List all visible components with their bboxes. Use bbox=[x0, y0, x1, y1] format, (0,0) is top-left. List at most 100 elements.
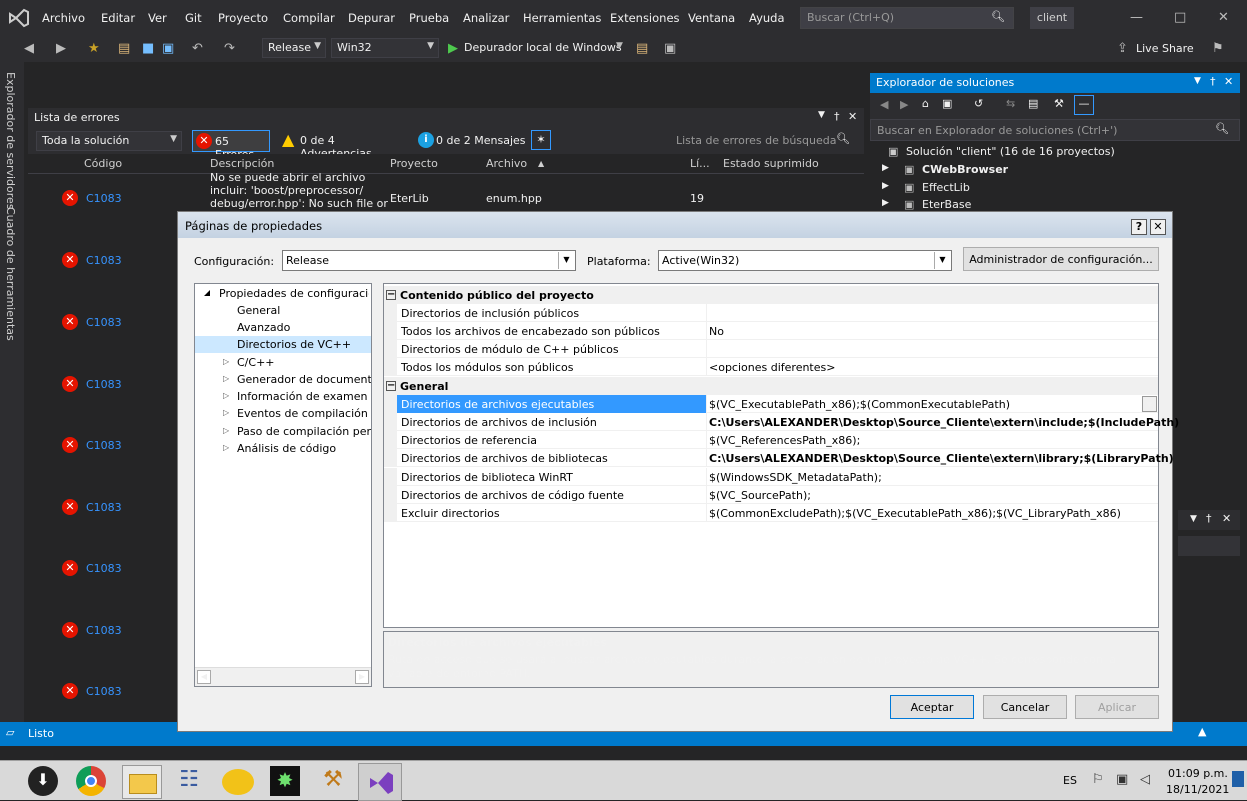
clock-time[interactable]: 01:09 p.m. bbox=[1168, 767, 1228, 780]
tree-node-config-properties[interactable]: Propiedades de configuración bbox=[219, 287, 369, 300]
network-app-icon[interactable]: ☷ bbox=[174, 767, 204, 797]
open-folder-icon[interactable]: ▤ bbox=[118, 41, 130, 56]
chevron-down-icon[interactable]: ▼ bbox=[616, 41, 623, 51]
column-suppression[interactable]: Estado suprimido bbox=[723, 157, 819, 170]
error-code-link[interactable]: C1083 bbox=[86, 685, 122, 698]
search-icon[interactable]: 🔍︎ bbox=[991, 10, 1005, 23]
column-divider[interactable] bbox=[706, 358, 707, 376]
menu-herramientas[interactable]: Herramientas bbox=[523, 11, 601, 25]
green-app-icon[interactable]: ✸ bbox=[270, 766, 300, 796]
visual-studio-logo-icon[interactable] bbox=[8, 8, 30, 28]
expand-icon[interactable]: ▷ bbox=[223, 391, 229, 400]
column-code[interactable]: Código bbox=[84, 157, 122, 170]
file-explorer-icon[interactable] bbox=[122, 765, 162, 799]
column-project[interactable]: Proyecto bbox=[390, 157, 438, 170]
feedback-icon[interactable]: ⚑ bbox=[1212, 41, 1224, 56]
language-indicator[interactable]: ES bbox=[1063, 774, 1077, 787]
switch-views-icon[interactable]: ▣ bbox=[942, 97, 952, 110]
tree-node-vc-directories[interactable]: Directorios de VC++ bbox=[237, 338, 367, 351]
property-row[interactable]: Directorios de módulo de C++ públicos bbox=[384, 340, 1158, 358]
menu-ventana[interactable]: Ventana bbox=[688, 11, 735, 25]
close-icon[interactable]: ✕ bbox=[848, 110, 857, 123]
chevron-down-icon[interactable]: ▼ bbox=[1194, 76, 1201, 86]
flag-icon[interactable]: ⚐ bbox=[1092, 772, 1104, 787]
column-divider[interactable] bbox=[706, 504, 707, 522]
collapse-all-icon[interactable]: ▤ bbox=[1028, 97, 1038, 110]
tree-node-custom-build[interactable]: Paso de compilación perso bbox=[237, 425, 371, 438]
property-row[interactable]: Excluir directorios $(CommonExcludePath);… bbox=[384, 504, 1158, 522]
expand-icon[interactable]: ▶ bbox=[882, 198, 889, 208]
toolbox-tab[interactable]: Cuadro de herramientas bbox=[4, 207, 17, 341]
column-divider[interactable] bbox=[706, 322, 707, 340]
pin-icon[interactable]: † bbox=[834, 110, 840, 123]
collapse-icon[interactable]: ◢ bbox=[204, 288, 210, 297]
forward-icon[interactable]: ▶ bbox=[900, 98, 908, 111]
menu-compilar[interactable]: Compilar bbox=[283, 11, 335, 25]
download-app-icon[interactable]: ⬇ bbox=[28, 766, 58, 796]
property-row[interactable]: Directorios de referencia $(VC_References… bbox=[384, 431, 1158, 449]
output-window-icon[interactable]: ▱ bbox=[6, 726, 14, 739]
property-row[interactable]: Directorios de biblioteca WinRT $(Windows… bbox=[384, 468, 1158, 486]
help-icon[interactable]: ? bbox=[1131, 219, 1147, 235]
tree-node-advanced[interactable]: Avanzado bbox=[237, 321, 367, 334]
minimize-icon[interactable]: — bbox=[1130, 10, 1143, 25]
column-description[interactable]: Descripción bbox=[210, 157, 274, 170]
column-divider[interactable] bbox=[706, 340, 707, 358]
errors-filter-button[interactable]: ✕ 65 Errores bbox=[192, 130, 270, 161]
configuration-manager-button[interactable]: Administrador de configuración... bbox=[963, 247, 1159, 271]
window-icon[interactable]: ▣ bbox=[664, 41, 676, 56]
live-share-icon[interactable]: ⇪ bbox=[1117, 41, 1128, 56]
pin-icon[interactable]: † bbox=[1206, 512, 1212, 525]
forward-icon[interactable]: ▶ bbox=[56, 41, 66, 56]
tree-node-doc-generator[interactable]: Generador de documentos bbox=[237, 373, 371, 386]
platform-dialog-select[interactable]: Active(Win32) ▼ bbox=[658, 250, 952, 271]
warnings-filter-button[interactable]: ▲ 0 de 4 Advertencias bbox=[280, 130, 404, 160]
column-line[interactable]: Lí... bbox=[690, 157, 710, 170]
menu-depurar[interactable]: Depurar bbox=[348, 11, 395, 25]
menu-archivo[interactable]: Archivo bbox=[42, 11, 85, 25]
tree-node-code-analysis[interactable]: Análisis de código bbox=[237, 442, 367, 455]
solution-search-input[interactable]: Buscar en Explorador de soluciones (Ctrl… bbox=[870, 119, 1240, 141]
wrench-icon[interactable]: ⚒ bbox=[1054, 97, 1064, 110]
tree-horizontal-scrollbar[interactable]: ◀ ▶ bbox=[195, 667, 371, 686]
column-divider[interactable] bbox=[706, 486, 707, 504]
expand-icon[interactable]: ▶ bbox=[882, 163, 889, 173]
tree-node-general[interactable]: General bbox=[237, 304, 367, 317]
sync-icon[interactable]: ⇆ bbox=[1006, 97, 1015, 110]
expand-icon[interactable]: ▷ bbox=[223, 426, 229, 435]
dropdown-arrow-icon[interactable]: ▼ bbox=[1142, 396, 1157, 412]
project-node[interactable]: CWebBrowser bbox=[922, 163, 1008, 176]
pin-icon[interactable]: † bbox=[1210, 75, 1216, 88]
scroll-left-icon[interactable]: ◀ bbox=[197, 670, 211, 684]
play-icon[interactable]: ▶ bbox=[448, 41, 458, 56]
tools-app-icon[interactable]: ⚒ bbox=[318, 767, 348, 797]
back-icon[interactable]: ◀ bbox=[880, 98, 888, 111]
column-divider[interactable] bbox=[706, 304, 707, 322]
column-divider[interactable] bbox=[706, 468, 707, 486]
configuration-select[interactable]: Release ▼ bbox=[282, 250, 576, 271]
error-code-link[interactable]: C1083 bbox=[86, 192, 122, 205]
property-row[interactable]: Directorios de archivos de inclusión C:\U… bbox=[384, 413, 1179, 431]
menu-git[interactable]: Git bbox=[185, 11, 202, 25]
error-code-link[interactable]: C1083 bbox=[86, 316, 122, 329]
collapse-category-icon[interactable]: − bbox=[386, 290, 396, 300]
scope-select[interactable]: Toda la solución ▼ bbox=[36, 131, 182, 151]
property-value[interactable]: $(VC_ExecutablePath_x86);$(CommonExecuta… bbox=[709, 398, 1010, 411]
column-divider[interactable] bbox=[706, 395, 707, 413]
close-icon[interactable]: ✕ bbox=[1222, 512, 1231, 525]
collapse-category-icon[interactable]: − bbox=[386, 381, 396, 391]
notifications-icon[interactable]: ▲ bbox=[1198, 725, 1206, 738]
expand-icon[interactable]: ▷ bbox=[223, 374, 229, 383]
close-icon[interactable]: ✕ bbox=[1224, 75, 1233, 88]
scroll-right-icon[interactable]: ▶ bbox=[355, 670, 369, 684]
column-divider[interactable] bbox=[706, 431, 707, 449]
solution-node[interactable]: Solución "client" (16 de 16 proyectos) bbox=[906, 145, 1115, 158]
search-icon[interactable]: 🔍︎ bbox=[836, 132, 850, 145]
undo-icon[interactable]: ↶ bbox=[192, 41, 203, 56]
category-general[interactable]: − General bbox=[384, 377, 1158, 395]
chrome-icon[interactable] bbox=[76, 766, 106, 796]
apply-button[interactable]: Aplicar bbox=[1075, 695, 1159, 719]
category-public-content[interactable]: − Contenido público del proyecto bbox=[384, 286, 1158, 304]
property-row-selected[interactable]: Directorios de archivos ejecutables $(VC… bbox=[384, 395, 1158, 413]
error-code-link[interactable]: C1083 bbox=[86, 501, 122, 514]
